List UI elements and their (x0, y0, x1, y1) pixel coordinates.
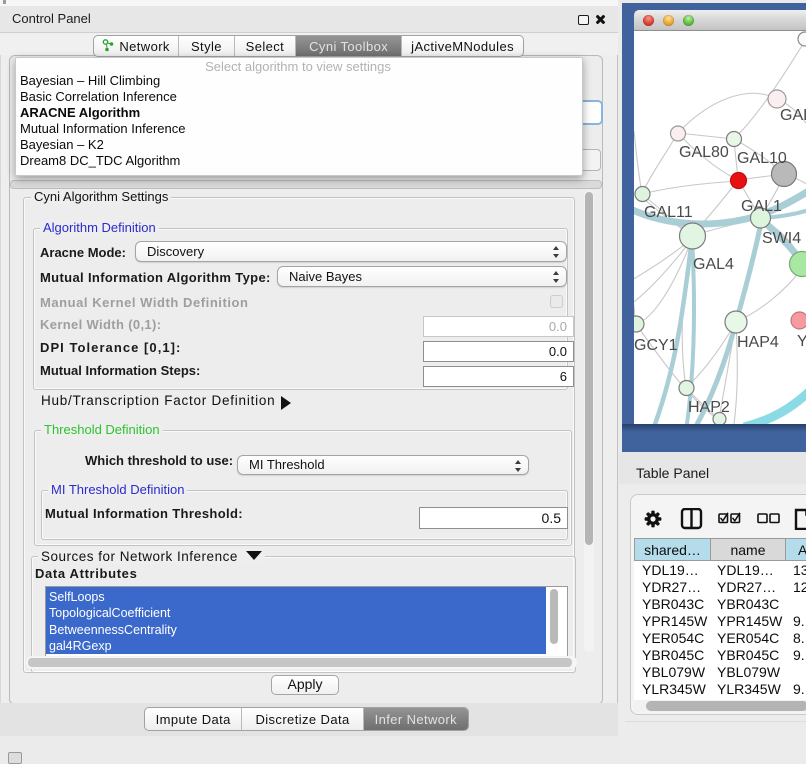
svg-text:GAL7: GAL7 (780, 107, 806, 124)
svg-text:HAP4: HAP4 (737, 334, 779, 351)
svg-text:GAL80: GAL80 (679, 144, 729, 161)
svg-text:GCY1: GCY1 (634, 337, 678, 354)
svg-text:GAL4: GAL4 (693, 256, 734, 273)
svg-text:HAP2: HAP2 (688, 399, 730, 416)
svg-text:GAL10: GAL10 (737, 150, 787, 167)
svg-text:GAL11: GAL11 (644, 204, 693, 221)
svg-text:GAL1: GAL1 (741, 198, 782, 215)
svg-text:Y: Y (797, 333, 806, 350)
svg-text:SWI4: SWI4 (762, 230, 801, 247)
